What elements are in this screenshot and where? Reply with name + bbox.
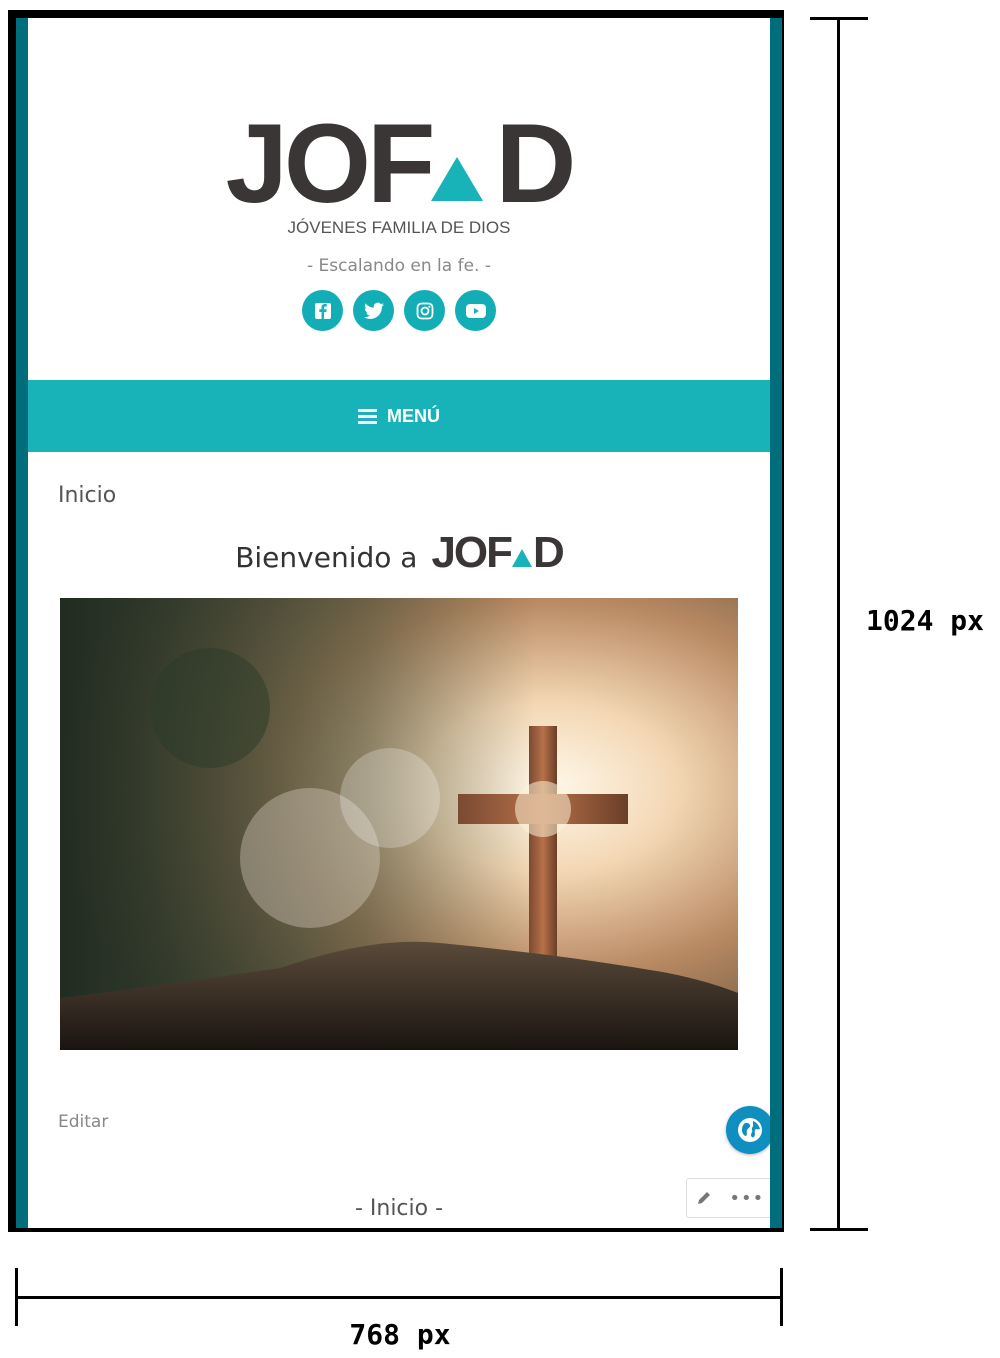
- edit-toolbar: •••: [686, 1178, 770, 1218]
- menu-label: MENÚ: [387, 405, 440, 426]
- screen: JOF D JÓVENES FAMILIA DE DIOS - Escaland…: [16, 18, 782, 1228]
- social-links: [28, 290, 770, 331]
- pencil-icon[interactable]: [696, 1190, 712, 1206]
- youtube-icon[interactable]: [455, 290, 496, 331]
- page-title: Inicio: [58, 483, 117, 508]
- more-options-icon[interactable]: •••: [729, 1188, 764, 1209]
- height-dimension-tick-bottom: [810, 1228, 868, 1231]
- hero-image: [60, 598, 738, 1050]
- twitter-icon[interactable]: [353, 290, 394, 331]
- globe-icon: [738, 1118, 762, 1142]
- height-dimension-tick-top: [810, 17, 868, 20]
- welcome-banner: Bienvenido a JOF D: [28, 528, 770, 578]
- site-tagline: - Escalando en la fe. -: [307, 256, 491, 276]
- welcome-logo: JOF D: [431, 528, 565, 578]
- site-logo[interactable]: JOF D: [28, 108, 770, 220]
- height-dimension-line: [837, 18, 840, 1231]
- triangle-icon: [431, 119, 495, 209]
- welcome-text: Bienvenido a: [235, 541, 418, 574]
- menu-toggle-button[interactable]: MENÚ: [28, 380, 770, 452]
- logo-text-right: D: [495, 101, 576, 226]
- globe-button[interactable]: [726, 1106, 770, 1154]
- web-page: JOF D JÓVENES FAMILIA DE DIOS - Escaland…: [28, 18, 770, 1228]
- site-subtitle: JÓVENES FAMILIA DE DIOS: [287, 218, 511, 237]
- welcome-logo-left: JOF: [431, 528, 513, 577]
- footer-page-label: - Inicio -: [354, 1196, 444, 1221]
- triangle-icon: [512, 549, 533, 567]
- width-label: 768 px: [349, 1318, 451, 1351]
- height-label: 1024 px: [866, 604, 985, 637]
- instagram-icon[interactable]: [404, 290, 445, 331]
- width-dimension-line: [16, 1296, 783, 1299]
- edit-link[interactable]: Editar: [58, 1112, 108, 1132]
- logo-text-left: JOF: [225, 101, 436, 226]
- facebook-icon[interactable]: [302, 290, 343, 331]
- hamburger-icon: [358, 408, 377, 424]
- welcome-logo-right: D: [533, 528, 565, 577]
